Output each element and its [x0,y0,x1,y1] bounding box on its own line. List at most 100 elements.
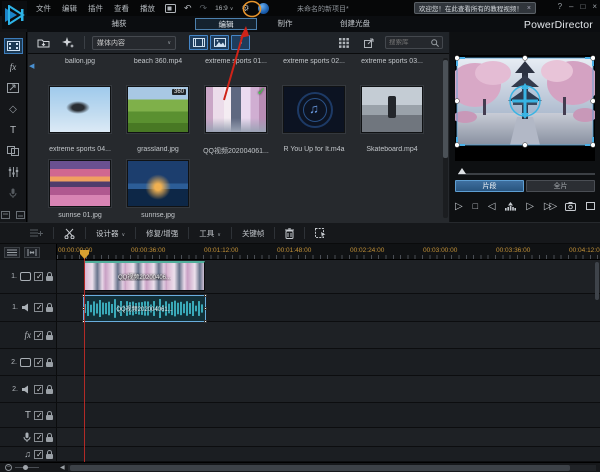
chapter-room-button[interactable] [1,211,10,219]
help-button[interactable]: ? [558,2,562,11]
media-item-label[interactable]: extreme sports 03... [353,58,431,65]
media-item-label[interactable]: ballon.jpg [41,58,119,65]
track-enable-checkbox[interactable] [34,385,43,394]
media-item-label[interactable]: R You Up for It.m4a [275,146,353,153]
track-header-music[interactable] [0,447,57,461]
menu-file[interactable]: 文件 [36,3,51,14]
track-manager-button[interactable] [30,228,43,238]
subtitle-room-button[interactable] [16,211,25,219]
track-header-title[interactable]: T [0,403,57,427]
clip-handle[interactable] [204,307,207,310]
menu-view[interactable]: 查看 [114,3,129,14]
preview-seekbar[interactable] [458,168,595,176]
zoom-slider[interactable] [15,467,39,468]
minimize-button[interactable]: – [569,2,573,11]
learning-center-icon[interactable] [258,3,269,14]
track-lock-icon[interactable] [46,389,53,394]
filter-music-button[interactable]: ♪ [231,35,250,50]
zoom-out-icon[interactable] [5,464,12,471]
keyframe-button[interactable]: 关键帧 [242,228,265,239]
track-content[interactable] [57,322,600,348]
snapshot-button[interactable] [565,202,576,211]
track-lock-icon[interactable] [46,307,53,312]
media-thumbnail-grassland[interactable]: 360 [127,86,189,133]
media-item-label[interactable]: grassland.jpg [119,146,197,153]
preview-quality-button[interactable] [586,202,595,210]
media-content-dropdown[interactable]: 媒体内容 [92,36,176,50]
track-lock-icon[interactable] [46,335,53,340]
filter-photo-button[interactable] [210,35,229,50]
media-item-label[interactable]: extreme sports 01... [197,58,275,65]
track-lock-icon[interactable] [46,415,53,420]
tab-edit[interactable]: 编辑 [195,18,257,30]
scrollbar-thumb[interactable] [443,60,448,158]
track-content[interactable] [57,403,600,427]
media-item-label[interactable]: sunrise 01.jpg [41,212,119,219]
media-item-label[interactable]: beach 360.mp4 [119,58,197,65]
stop-button[interactable] [473,201,478,212]
title-room-button[interactable]: T [4,122,23,138]
next-frame-button[interactable] [526,201,534,212]
track-lock-icon[interactable] [46,437,53,442]
track-lock-icon[interactable] [46,454,53,459]
collapse-panel-icon[interactable] [29,62,34,70]
scroll-left-icon[interactable] [60,464,65,471]
close-button[interactable]: × [592,2,597,11]
particle-room-button[interactable] [4,101,23,117]
fit-timeline-button[interactable] [24,247,40,258]
clip-mode-button[interactable]: 片段 [455,180,524,192]
import-media-button[interactable] [34,35,52,50]
clip-handle[interactable] [204,320,207,323]
timeline-clip-audio-selected[interactable]: QQ视频202004061... [84,296,205,321]
media-thumbnail-music[interactable] [283,86,345,133]
effect-room-button[interactable]: fx [4,59,23,75]
media-thumbnail-sunrise-01[interactable] [49,160,111,207]
track-enable-checkbox[interactable] [34,411,43,420]
zoom-slider-knob[interactable] [23,465,28,470]
track-enable-checkbox[interactable] [34,303,43,312]
tab-create-disc[interactable]: 创建光盘 [325,18,385,29]
timeline-ruler[interactable]: 00:00:00:00 00:00:36:00 00:01:12:00 00:0… [0,244,600,260]
grid-view-icon[interactable] [335,35,353,50]
tab-produce[interactable]: 制作 [265,18,305,29]
media-item-label[interactable]: Skateboard.mp4 [353,146,431,153]
seek-track[interactable] [458,173,595,175]
audio-mixing-room-button[interactable] [4,164,23,180]
track-header-audio-2[interactable]: 2. [0,376,57,402]
timeline-clip-video[interactable]: QQ视频20200406... [84,261,205,291]
library-search-box[interactable] [385,36,443,49]
media-item-label[interactable]: QQ视频202004061... [197,146,275,156]
layout-window-icon[interactable] [165,4,176,13]
track-header-video-2[interactable]: 2. [0,349,57,375]
tools-dropdown[interactable]: 工具 [199,228,221,239]
track-enable-checkbox[interactable] [34,331,43,340]
play-button[interactable] [455,201,463,212]
timeline-zoom-control[interactable] [0,464,57,471]
menu-plugins[interactable]: 插件 [88,3,103,14]
redo-icon[interactable] [200,4,208,13]
track-enable-checkbox[interactable] [34,450,43,459]
voiceover-room-button[interactable] [4,185,23,201]
media-thumbnail-extreme-sports-04[interactable] [49,86,111,133]
seek-thumb[interactable] [458,168,466,174]
range-select-button[interactable] [315,228,326,238]
track-content[interactable] [57,376,600,402]
magic-wand-icon[interactable] [59,35,77,50]
fast-forward-button[interactable] [544,201,555,212]
maximize-button[interactable]: □ [580,2,585,11]
movie-mode-button[interactable]: 全片 [526,180,595,192]
track-enable-checkbox[interactable] [34,433,43,442]
media-thumbnail-qq-video[interactable] [205,86,267,133]
track-enable-checkbox[interactable] [34,358,43,367]
track-content[interactable] [57,447,600,461]
preview-viewport[interactable] [455,55,595,161]
seek-to-marker-button[interactable] [505,202,516,211]
tab-capture[interactable]: 捕获 [99,18,139,29]
scrollbar-thumb[interactable] [70,465,570,471]
tooltip-close-icon[interactable]: × [527,5,531,12]
track-header-voice[interactable] [0,428,57,446]
library-scrollbar[interactable] [443,58,448,218]
media-item-label[interactable]: sunrise.jpg [119,212,197,219]
track-lock-icon[interactable] [46,276,53,281]
media-item-label[interactable]: extreme sports 02... [275,58,353,65]
